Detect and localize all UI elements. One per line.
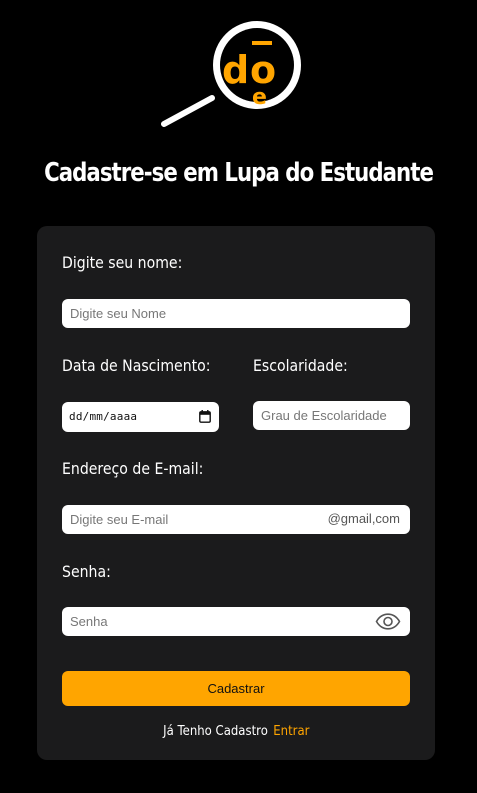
email-label: Endereço de E-mail: — [62, 459, 204, 478]
password-input[interactable] — [62, 607, 410, 636]
birth-date-input[interactable]: dd/mm/aaaa — [62, 402, 219, 432]
have-account-text: Já Tenho Cadastro — [162, 724, 268, 739]
email-field-wrapper: @gmail,com — [62, 505, 410, 534]
login-link[interactable]: Entrar — [273, 724, 309, 739]
signup-form-card: Digite seu nome: Data de Nascimento: dd/… — [37, 226, 435, 760]
name-input[interactable] — [62, 299, 410, 328]
magnifier-logo-icon: d o e — [161, 21, 301, 127]
logo-letter-e: e — [252, 85, 267, 110]
password-field-wrapper — [62, 607, 410, 636]
eye-icon[interactable] — [375, 613, 401, 630]
name-field-wrapper — [62, 299, 410, 328]
email-domain-suffix: @gmail,com — [327, 511, 400, 526]
logo-letter-d: d — [222, 48, 249, 92]
birth-date-label: Data de Nascimento: — [62, 356, 211, 375]
schooling-field-wrapper — [253, 401, 410, 430]
page-title: Cadastre-se em Lupa do Estudante — [44, 158, 434, 188]
name-label: Digite seu nome: — [62, 253, 183, 272]
date-format-text: dd/mm/aaaa — [69, 410, 138, 423]
login-prompt: Já Tenho Cadastro Entrar — [37, 724, 435, 739]
calendar-icon[interactable] — [199, 410, 211, 423]
signup-button[interactable]: Cadastrar — [62, 671, 410, 706]
schooling-label: Escolaridade: — [253, 356, 348, 375]
password-label: Senha: — [62, 562, 111, 581]
schooling-input[interactable] — [253, 401, 410, 430]
